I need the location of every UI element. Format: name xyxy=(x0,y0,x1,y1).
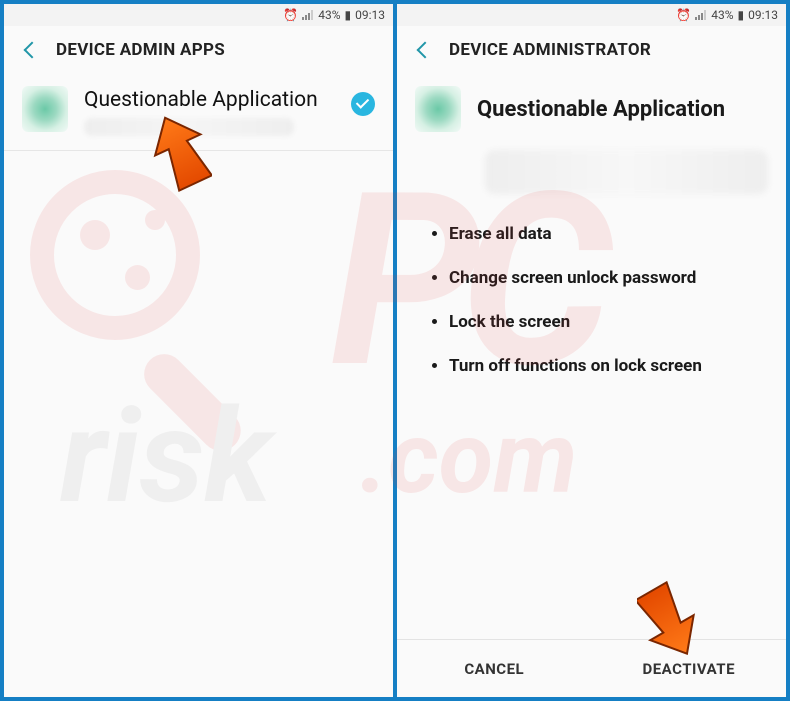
enabled-check-icon[interactable] xyxy=(351,92,375,116)
back-icon[interactable] xyxy=(24,42,41,59)
back-icon[interactable] xyxy=(417,42,434,59)
app-detail-header: Questionable Application xyxy=(397,72,786,140)
admin-app-row[interactable]: Questionable Application xyxy=(4,72,393,151)
permission-item: Turn off functions on lock screen xyxy=(449,344,758,388)
page-title: DEVICE ADMIN APPS xyxy=(56,40,225,60)
bottom-action-bar: CANCEL DEACTIVATE xyxy=(397,639,786,697)
app-name-label: Questionable Application xyxy=(84,88,335,112)
alarm-icon: ⏰ xyxy=(676,8,691,22)
permission-item: Erase all data xyxy=(449,212,758,256)
header: DEVICE ADMINISTRATOR xyxy=(397,26,786,72)
deactivate-button[interactable]: DEACTIVATE xyxy=(592,640,787,697)
permission-item: Change screen unlock password xyxy=(449,256,758,300)
phone-left-device-admin-apps: ⏰ 43% ▮ 09:13 DEVICE ADMIN APPS Question… xyxy=(4,4,393,697)
cancel-button[interactable]: CANCEL xyxy=(397,640,592,697)
status-bar: ⏰ 43% ▮ 09:13 xyxy=(4,4,393,26)
app-subtext-redacted xyxy=(84,118,294,136)
phone-right-device-administrator: ⏰ 43% ▮ 09:13 DEVICE ADMINISTRATOR Quest… xyxy=(397,4,786,697)
app-name-label: Questionable Application xyxy=(477,97,725,122)
battery-icon: ▮ xyxy=(738,8,745,22)
signal-icon xyxy=(695,10,706,20)
app-description-redacted xyxy=(485,150,768,194)
status-bar: ⏰ 43% ▮ 09:13 xyxy=(397,4,786,26)
battery-percent: 43% xyxy=(711,8,733,22)
clock: 09:13 xyxy=(355,8,385,22)
app-icon xyxy=(415,86,461,132)
battery-icon: ▮ xyxy=(345,8,352,22)
app-icon xyxy=(22,86,68,132)
header: DEVICE ADMIN APPS xyxy=(4,26,393,72)
signal-icon xyxy=(302,10,313,20)
battery-percent: 43% xyxy=(318,8,340,22)
page-title: DEVICE ADMINISTRATOR xyxy=(449,40,651,60)
permission-item: Lock the screen xyxy=(449,300,758,344)
permissions-list: Erase all data Change screen unlock pass… xyxy=(449,212,758,388)
alarm-icon: ⏰ xyxy=(283,8,298,22)
clock: 09:13 xyxy=(748,8,778,22)
